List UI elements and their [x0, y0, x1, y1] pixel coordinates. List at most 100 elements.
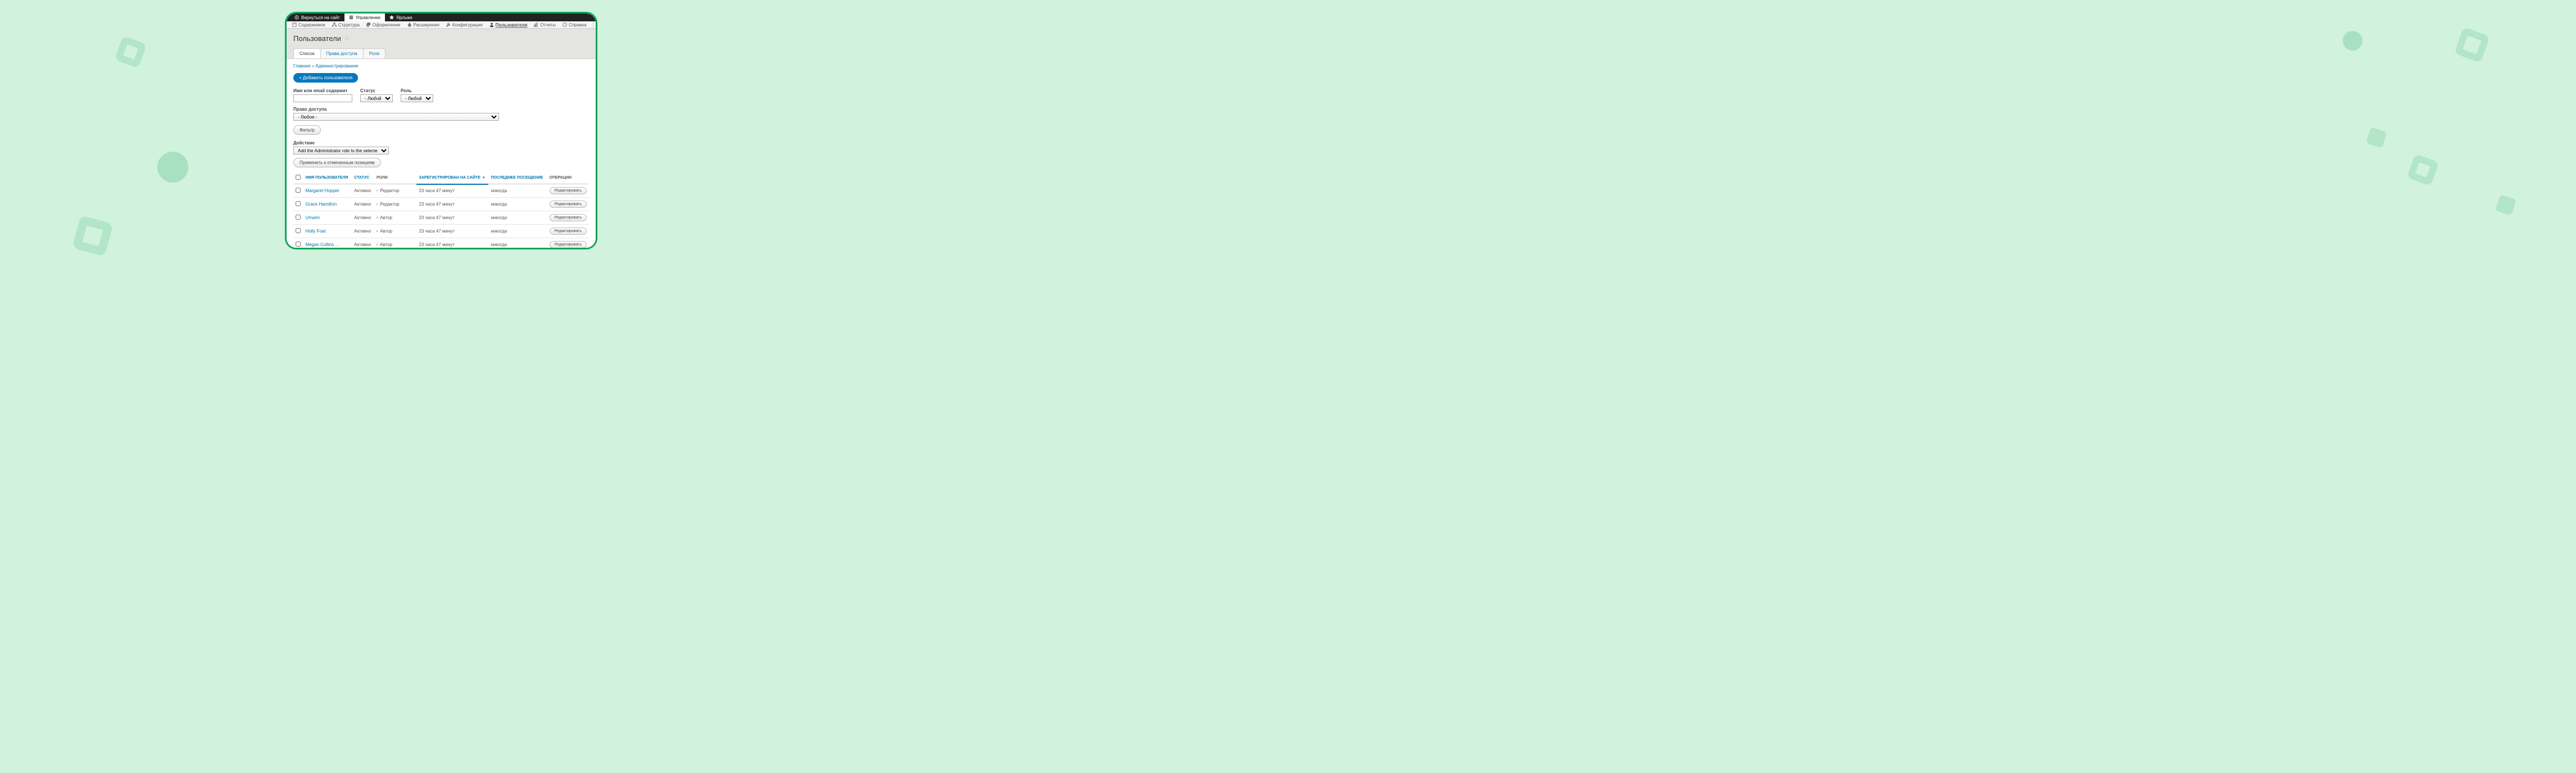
- user-status: Активно: [352, 184, 374, 198]
- sort-desc-icon: ▼: [482, 176, 486, 180]
- edit-button[interactable]: Редактировать: [550, 187, 587, 194]
- users-table: ИМЯ ПОЛЬЗОВАТЕЛЯ СТАТУС РОЛИ ЗАРЕГИСТРИР…: [293, 172, 589, 249]
- menu-icon: [349, 15, 353, 20]
- user-registered: 23 часа 47 минут: [416, 184, 488, 198]
- th-status[interactable]: СТАТУС: [352, 172, 374, 184]
- app-window: Вернуться на сайт Управление Ярлыки Соде…: [285, 12, 597, 249]
- user-status: Активно: [352, 211, 374, 225]
- tab-roles[interactable]: Роли: [363, 48, 386, 58]
- tab-list[interactable]: Список: [293, 48, 321, 58]
- filter-status-label: Статус: [360, 88, 393, 93]
- row-checkbox[interactable]: [296, 188, 301, 193]
- filters-row: Имя или email содержит Статус - Любой - …: [293, 88, 589, 102]
- action-select[interactable]: Add the Administrator role to the select…: [293, 147, 389, 154]
- th-roles: РОЛИ: [374, 172, 417, 184]
- row-checkbox[interactable]: [296, 201, 301, 206]
- nav-extend[interactable]: Расширения: [403, 22, 443, 28]
- th-username[interactable]: ИМЯ ПОЛЬЗОВАТЕЛЯ: [303, 172, 352, 184]
- header-bar: Пользователи ☆ Список Права доступа Роли: [287, 29, 596, 58]
- th-operations: ОПЕРАЦИИ: [547, 172, 589, 184]
- user-link[interactable]: Grace Hamilton: [305, 202, 337, 207]
- shortcuts-label: Ярлыки: [396, 15, 412, 20]
- nav-content[interactable]: Содержимое: [289, 22, 329, 28]
- edit-button[interactable]: Редактировать: [550, 214, 587, 221]
- table-row: Margaret Hopper АктивноРедактор 23 часа 47…: [293, 184, 589, 198]
- back-label: Вернуться на сайт: [301, 15, 340, 20]
- content-area: Главная » Администрирование + Добавить п…: [287, 58, 596, 249]
- manage-label: Управление: [356, 15, 380, 20]
- row-checkbox[interactable]: [296, 242, 301, 247]
- breadcrumb: Главная » Администрирование: [293, 63, 589, 69]
- toggle-icon: [596, 22, 597, 26]
- toolbar-top: Вернуться на сайт Управление Ярлыки: [287, 13, 596, 21]
- user-last-access: никогда: [488, 238, 547, 250]
- table-row: Grace HamiltonАктивноРедактор23 часа 47 …: [293, 198, 589, 211]
- people-icon: [489, 22, 494, 27]
- filter-permission-label: Право доступа: [293, 107, 589, 112]
- table-row: UmamiАктивноАвтор23 часа 47 минутникогда…: [293, 211, 589, 225]
- filter-role-label: Роль: [401, 88, 433, 93]
- user-status: Активно: [352, 225, 374, 238]
- filter-button[interactable]: Фильтр: [293, 125, 321, 135]
- structure-icon: [332, 22, 337, 27]
- filter-role-select[interactable]: - Любой -: [401, 94, 433, 102]
- back-icon: [294, 15, 299, 20]
- user-link[interactable]: Holly Foat: [305, 229, 325, 234]
- user-role: Автор: [377, 229, 392, 234]
- help-icon: ?: [563, 22, 567, 27]
- user-registered: 23 часа 47 минут: [416, 225, 488, 238]
- edit-button[interactable]: Редактировать: [550, 228, 587, 235]
- table-row: Holly Foat АктивноАвтор 23 часа 47 минутни…: [293, 225, 589, 238]
- breadcrumb-home[interactable]: Главная: [293, 63, 310, 69]
- user-link[interactable]: Margaret Hopper: [305, 188, 339, 193]
- add-user-button[interactable]: + Добавить пользователя: [293, 73, 358, 83]
- tab-permissions[interactable]: Права доступа: [320, 48, 364, 58]
- edit-button[interactable]: Редактировать: [550, 201, 587, 208]
- user-last-access: никогда: [488, 225, 547, 238]
- edit-button[interactable]: Редактировать: [550, 241, 587, 248]
- appearance-icon: [366, 22, 371, 27]
- user-role: Автор: [377, 242, 392, 247]
- nav-config[interactable]: Конфигурация: [443, 22, 486, 28]
- page-title: Пользователи ☆: [293, 34, 589, 43]
- manage-link[interactable]: Управление: [344, 13, 385, 21]
- filter-name-input[interactable]: [293, 94, 352, 102]
- user-last-access: никогда: [488, 198, 547, 211]
- breadcrumb-admin[interactable]: Администрирование: [315, 63, 358, 69]
- user-role: Автор: [377, 215, 392, 220]
- nav-reports[interactable]: Отчеты: [530, 22, 559, 28]
- back-to-site-link[interactable]: Вернуться на сайт: [290, 13, 344, 21]
- extend-icon: [407, 22, 411, 27]
- reports-icon: [534, 22, 538, 27]
- shortcuts-link[interactable]: Ярлыки: [385, 13, 416, 21]
- user-registered: 23 часа 47 минут: [416, 238, 488, 250]
- nav-appearance[interactable]: Оформление: [363, 22, 404, 28]
- user-role: Редактор: [377, 188, 400, 193]
- select-all-checkbox[interactable]: [296, 175, 301, 180]
- filter-name-label: Имя или email содержит: [293, 88, 352, 93]
- nav-help[interactable]: ? Справка: [559, 22, 589, 28]
- row-checkbox[interactable]: [296, 228, 301, 233]
- user-registered: 23 часа 47 минут: [416, 198, 488, 211]
- filter-permission-select[interactable]: - Любое -: [293, 113, 499, 121]
- favorite-star-icon[interactable]: ☆: [344, 35, 350, 42]
- user-role: Редактор: [377, 202, 400, 207]
- filter-status-select[interactable]: - Любой -: [360, 94, 393, 102]
- content-icon: [292, 22, 297, 27]
- row-checkbox[interactable]: [296, 215, 301, 220]
- user-link[interactable]: Megan Collins …: [305, 242, 339, 247]
- th-last-access[interactable]: ПОСЛЕДНЕЕ ПОСЕЩЕНИЕ: [488, 172, 547, 184]
- config-icon: [446, 22, 451, 27]
- table-row: Megan Collins … АктивноАвтор 23 часа 47 ми…: [293, 238, 589, 250]
- user-status: Активно: [352, 238, 374, 250]
- toggle-orientation[interactable]: [593, 22, 597, 28]
- user-last-access: никогда: [488, 184, 547, 198]
- apply-top-button[interactable]: Применить к отмеченным позициям: [293, 158, 381, 167]
- action-label: Действие: [293, 140, 589, 145]
- th-registered[interactable]: ЗАРЕГИСТРИРОВАН НА САЙТЕ▼: [416, 172, 488, 184]
- nav-structure[interactable]: Структура: [329, 22, 363, 28]
- nav-people[interactable]: Пользователи: [486, 22, 531, 28]
- user-link[interactable]: Umami: [305, 215, 319, 220]
- tabs: Список Права доступа Роли: [293, 48, 589, 58]
- user-registered: 23 часа 47 минут: [416, 211, 488, 225]
